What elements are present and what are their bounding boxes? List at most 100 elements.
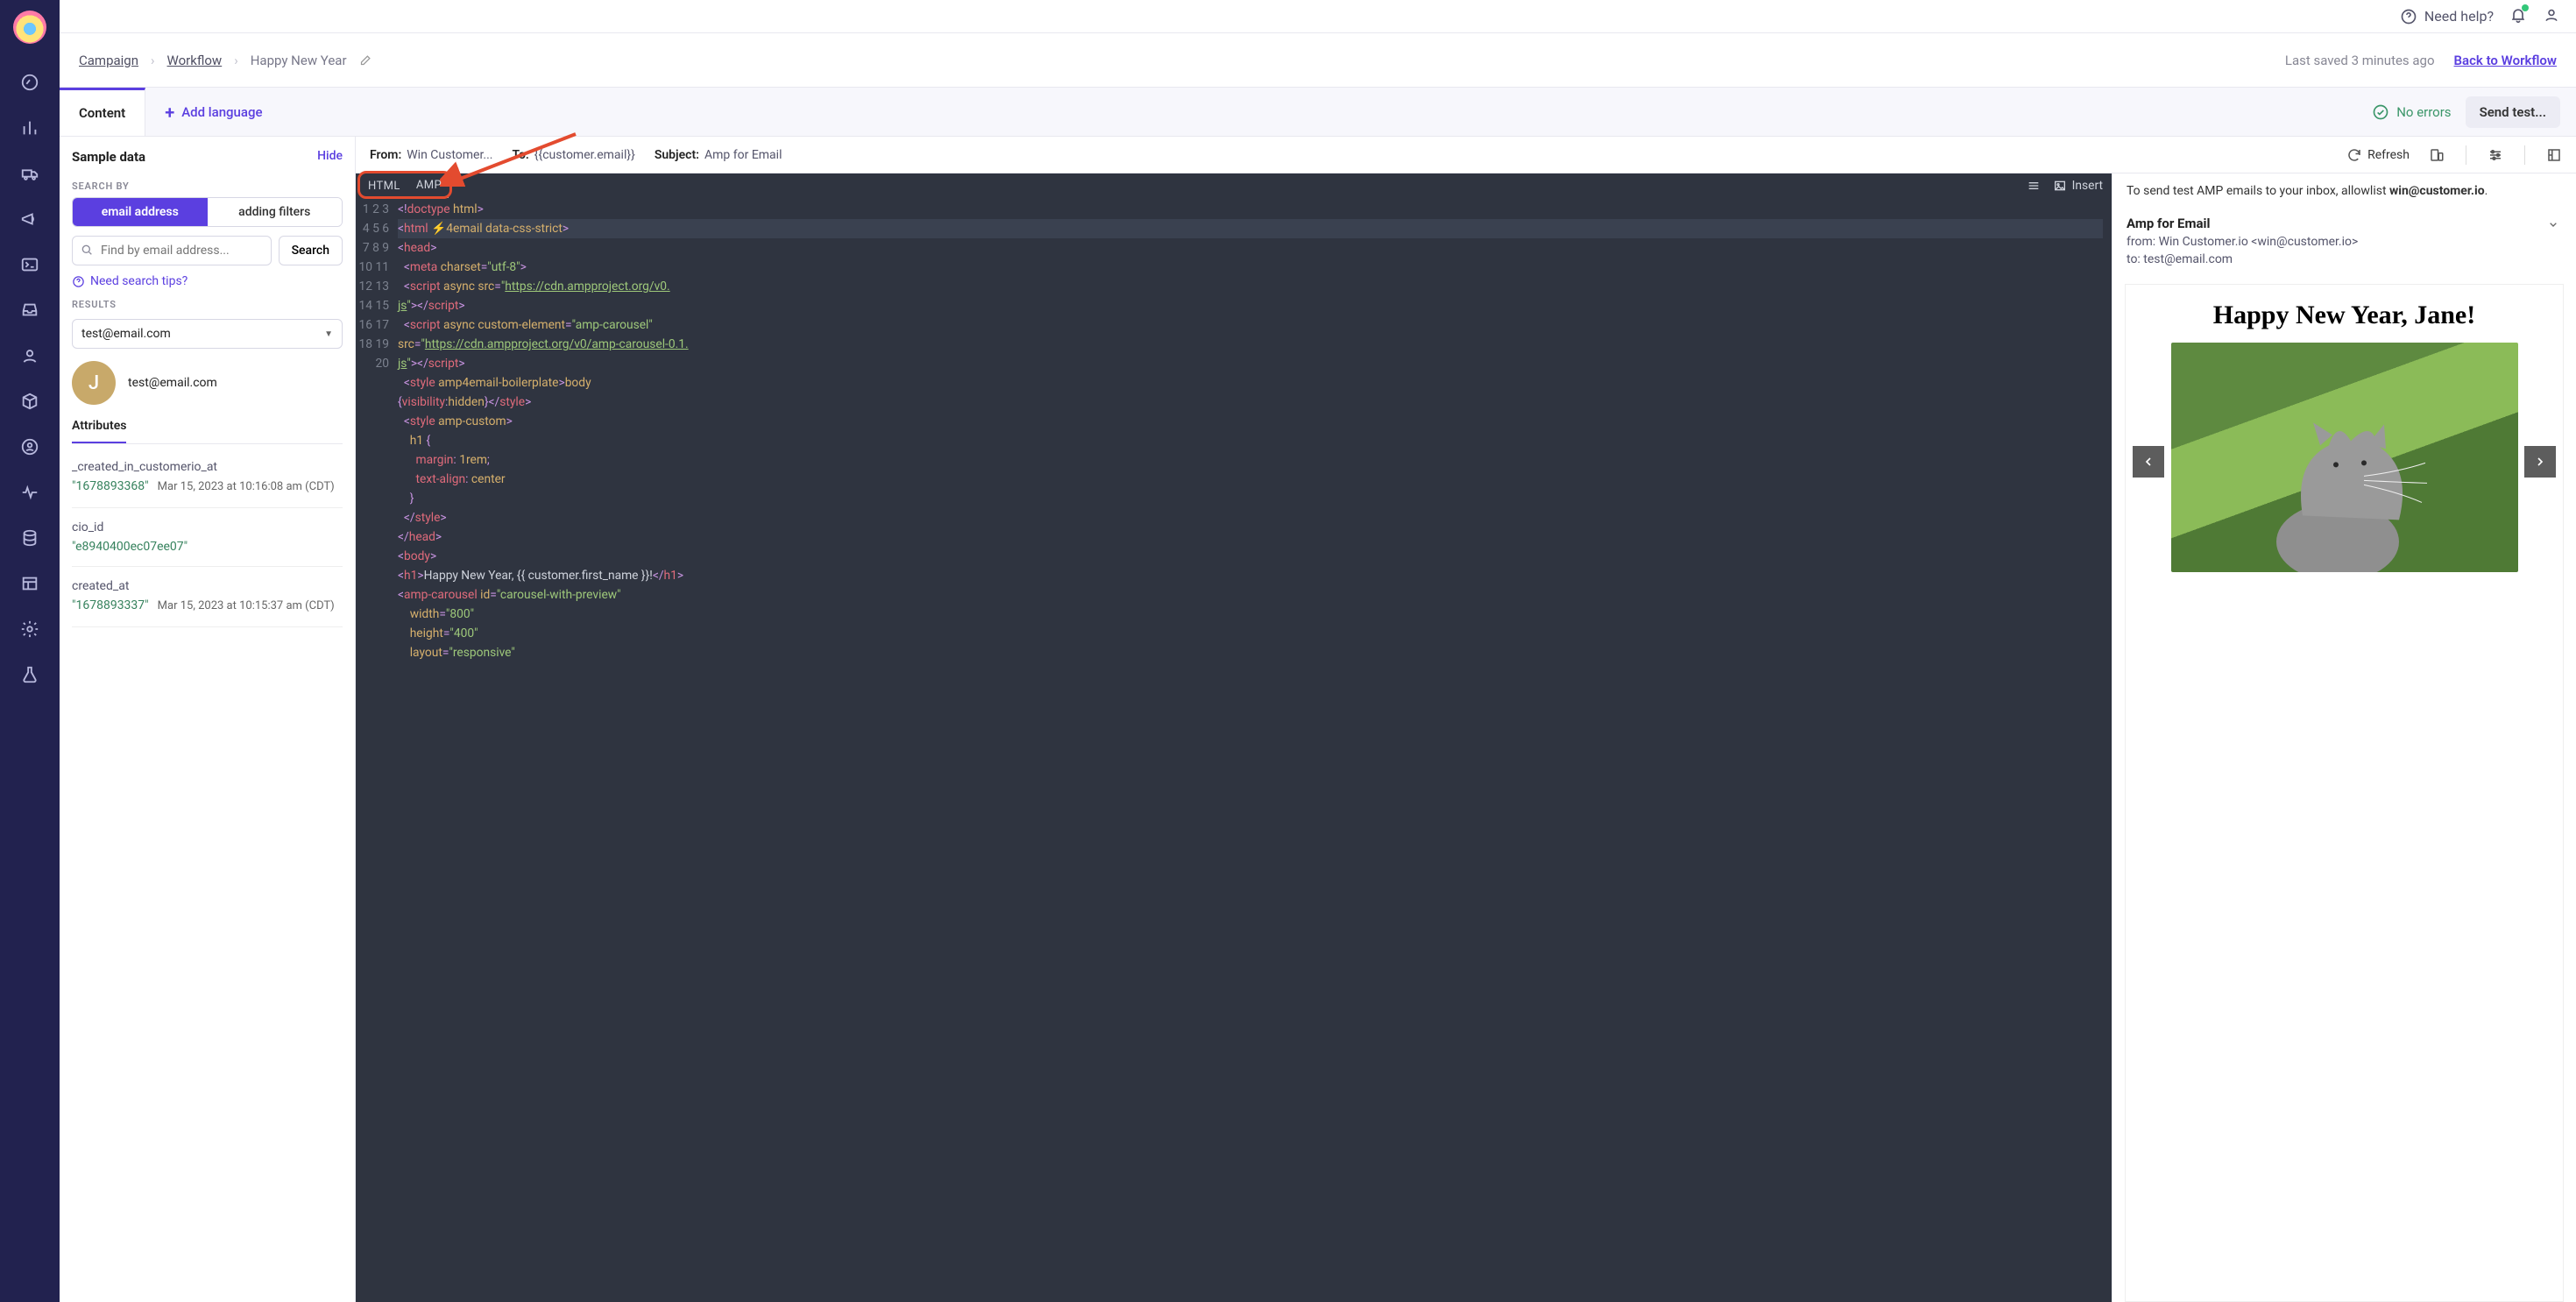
- profile-row[interactable]: J test@email.com: [60, 349, 355, 414]
- carousel-next-button[interactable]: [2524, 446, 2556, 478]
- nav-dashboard[interactable]: [12, 65, 47, 100]
- attribute-timestamp: Mar 15, 2023 at 10:16:08 am (CDT): [158, 479, 335, 495]
- attribute-timestamp: Mar 15, 2023 at 10:15:37 am (CDT): [158, 598, 335, 614]
- no-errors-indicator: No errors: [2372, 103, 2451, 121]
- editor-toolbar: HTML AMP Insert: [356, 173, 2112, 198]
- search-tips-label: Need search tips?: [90, 274, 188, 288]
- from-field[interactable]: From: Win Customer...: [370, 148, 492, 162]
- chevron-down-icon[interactable]: [2546, 217, 2560, 231]
- code-editor[interactable]: HTML AMP Insert 1 2 3 4 5 6 7 8 9: [356, 173, 2112, 1302]
- carousel-prev-button[interactable]: [2133, 446, 2164, 478]
- preview-subject: Amp for Email: [2127, 216, 2562, 231]
- nav-settings[interactable]: [12, 612, 47, 647]
- send-test-button[interactable]: Send test...: [2466, 96, 2560, 128]
- logo[interactable]: [13, 11, 46, 44]
- insert-button[interactable]: Insert: [2053, 179, 2103, 193]
- nav-data[interactable]: [12, 520, 47, 555]
- preview-to: to: test@email.com: [2127, 252, 2562, 266]
- sample-data-title: Sample data: [72, 149, 145, 165]
- subject-value: Amp for Email: [704, 148, 782, 162]
- nav-people[interactable]: [12, 338, 47, 373]
- editor-tab-amp[interactable]: AMP: [409, 174, 449, 198]
- add-language-label: Add language: [181, 104, 262, 120]
- tab-content[interactable]: Content: [60, 88, 145, 136]
- menu-icon[interactable]: [2027, 179, 2041, 193]
- attribute-key: created_at: [72, 579, 343, 593]
- result-select[interactable]: test@email.com ▼: [72, 319, 343, 349]
- bars-icon: [20, 118, 39, 138]
- to-label: To:: [512, 148, 528, 162]
- email-meta-row: From: Win Customer... To: {{customer.ema…: [356, 137, 2576, 173]
- expand-icon[interactable]: [2546, 147, 2562, 163]
- allowlist-notice: To send test AMP emails to your inbox, a…: [2112, 173, 2576, 209]
- edit-icon[interactable]: [359, 53, 372, 67]
- profile-email: test@email.com: [128, 376, 217, 390]
- nav-delivery[interactable]: [12, 156, 47, 191]
- back-to-workflow-link[interactable]: Back to Workflow: [2454, 53, 2557, 68]
- nav-labs[interactable]: [12, 657, 47, 692]
- seg-adding-filters[interactable]: adding filters: [208, 198, 343, 226]
- help-link[interactable]: Need help?: [2400, 8, 2494, 25]
- device-preview-icon[interactable]: [2429, 147, 2445, 163]
- chevron-right-icon: ›: [234, 53, 238, 68]
- nav-rail: [0, 0, 60, 1302]
- search-mode-toggle: email address adding filters: [72, 197, 343, 227]
- crumb-current: Happy New Year: [251, 53, 347, 68]
- header: Need help?: [60, 0, 2576, 33]
- target-user-icon: [20, 437, 39, 456]
- to-field[interactable]: To: {{customer.email}}: [512, 148, 634, 162]
- nav-activity[interactable]: [12, 475, 47, 510]
- nav-broadcasts[interactable]: [12, 202, 47, 237]
- search-input[interactable]: [72, 236, 272, 265]
- attributes-tab[interactable]: Attributes: [72, 419, 126, 444]
- nav-segments[interactable]: [12, 429, 47, 464]
- image-icon: [2053, 179, 2067, 193]
- help-label: Need help?: [2424, 8, 2494, 25]
- refresh-button[interactable]: Refresh: [2346, 147, 2410, 163]
- nav-objects[interactable]: [12, 384, 47, 419]
- megaphone-icon: [20, 209, 39, 229]
- preview-body: Happy New Year, Jane!: [2125, 284, 2564, 1302]
- search-button[interactable]: Search: [279, 236, 343, 265]
- help-icon: [72, 275, 85, 288]
- crumb-workflow[interactable]: Workflow: [167, 53, 223, 68]
- search-by-label: SEARCH BY: [60, 170, 355, 197]
- attribute-row: created_at "1678893337" Mar 15, 2023 at …: [72, 567, 343, 627]
- line-gutter: 1 2 3 4 5 6 7 8 9 10 11 12 13 14 15 16 1…: [356, 200, 398, 1302]
- refresh-label: Refresh: [2367, 148, 2410, 162]
- account-button[interactable]: [2543, 6, 2560, 27]
- truck-icon: [20, 164, 39, 183]
- preview-pane: To send test AMP emails to your inbox, a…: [2112, 173, 2576, 1302]
- help-icon: [2400, 8, 2417, 25]
- attribute-key: _created_in_customerio_at: [72, 460, 343, 474]
- user-icon: [2543, 6, 2560, 24]
- nav-terminal[interactable]: [12, 247, 47, 282]
- preview-header[interactable]: Amp for Email from: Win Customer.io <win…: [2112, 209, 2576, 279]
- seg-email-address[interactable]: email address: [73, 198, 208, 226]
- attribute-row: cio_id "e8940400ec07ee07": [72, 508, 343, 567]
- subject-field[interactable]: Subject: Amp for Email: [655, 148, 782, 162]
- code-source[interactable]: <!doctype html> <html ⚡4email data-css-s…: [398, 200, 2112, 1302]
- nav-analytics[interactable]: [12, 110, 47, 145]
- hide-button[interactable]: Hide: [317, 149, 343, 165]
- result-selected-value: test@email.com: [81, 327, 171, 341]
- nav-templates[interactable]: [12, 566, 47, 601]
- notifications-button[interactable]: [2509, 6, 2527, 27]
- notice-period: .: [2485, 184, 2488, 198]
- nav-inbox[interactable]: [12, 293, 47, 328]
- add-language-button[interactable]: + Add language: [145, 88, 281, 136]
- subject-label: Subject:: [655, 148, 699, 162]
- search-tips-link[interactable]: Need search tips?: [60, 271, 355, 288]
- check-circle-icon: [2372, 103, 2389, 121]
- chevron-left-icon: [2141, 455, 2155, 469]
- editor-tab-html[interactable]: HTML: [361, 175, 407, 197]
- sample-data-pane: Sample data Hide SEARCH BY email address…: [60, 137, 356, 1302]
- code-area[interactable]: 1 2 3 4 5 6 7 8 9 10 11 12 13 14 15 16 1…: [356, 198, 2112, 1302]
- refresh-icon: [2346, 147, 2362, 163]
- from-label: From:: [370, 148, 401, 162]
- panes: Sample data Hide SEARCH BY email address…: [60, 137, 2576, 1302]
- crumb-campaign[interactable]: Campaign: [79, 53, 138, 68]
- sliders-icon[interactable]: [2488, 147, 2503, 163]
- preview-heading: Happy New Year, Jane!: [2213, 301, 2475, 330]
- results-label: RESULTS: [60, 288, 355, 315]
